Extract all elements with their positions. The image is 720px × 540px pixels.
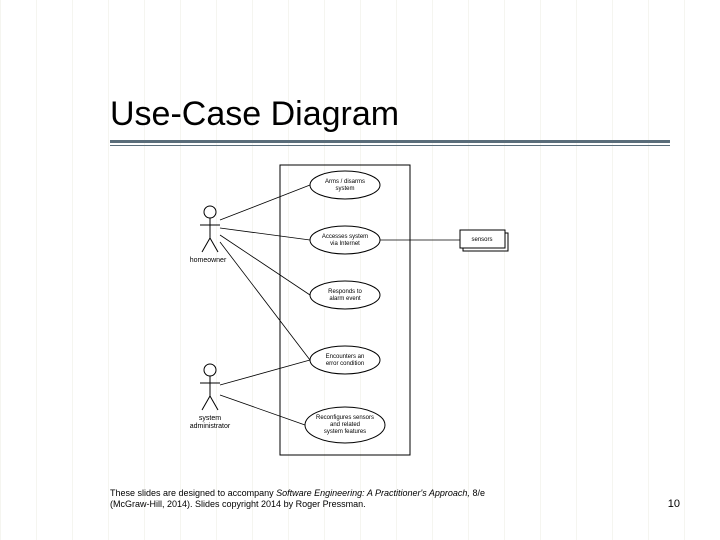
usecase-arms-disarms-label-1: Arms / disarms	[325, 179, 365, 185]
usecase-access-internet-label-2: via Internet	[330, 241, 360, 247]
actor-homeowner	[200, 206, 220, 252]
footer-part-b: Software Engineering: A Practitioner's A…	[276, 488, 470, 498]
assoc-homeowner-uc4	[220, 242, 310, 360]
title-area: Use-Case Diagram	[110, 95, 670, 146]
assoc-sysadmin-uc5	[220, 395, 305, 425]
usecase-access-internet-label-1: Accesses system	[322, 234, 368, 240]
usecase-access-internet	[310, 226, 380, 254]
usecase-responds-alarm-label-2: alarm event	[329, 296, 361, 302]
usecase-responds-alarm	[310, 281, 380, 309]
title-underline-thin	[110, 145, 670, 146]
sensors-label: sensors	[471, 237, 492, 243]
usecase-reconfigure-label-3: system features	[324, 429, 366, 435]
page-title: Use-Case Diagram	[110, 95, 670, 138]
usecase-reconfigure-label-1: Reconfigures sensors	[316, 415, 374, 421]
usecase-error-condition	[310, 346, 380, 374]
footer-part-c: 8/e	[470, 488, 485, 498]
page-number: 10	[668, 498, 680, 510]
usecase-responds-alarm-label-1: Responds to	[328, 289, 362, 295]
assoc-homeowner-uc2	[220, 228, 310, 240]
usecase-error-condition-label-1: Encounters an	[326, 354, 365, 360]
usecase-error-condition-label-2: error condition	[326, 361, 364, 367]
actor-sysadmin-label-2: administrator	[190, 423, 231, 430]
usecase-arms-disarms	[310, 171, 380, 199]
assoc-sysadmin-uc4	[220, 360, 310, 385]
actor-sysadmin-label-1: system	[199, 415, 221, 422]
usecase-arms-disarms-label-2: system	[335, 186, 354, 192]
footer-text: These slides are designed to accompany S…	[110, 488, 540, 511]
actor-sysadmin	[200, 364, 220, 410]
assoc-homeowner-uc1	[220, 185, 310, 220]
footer-part-a: These slides are designed to accompany	[110, 488, 276, 498]
usecase-reconfigure-label-2: and related	[330, 422, 360, 428]
actor-homeowner-label: homeowner	[190, 257, 227, 264]
title-underline-thick	[110, 140, 670, 143]
assoc-homeowner-uc3	[220, 235, 310, 295]
footer-line2: (McGraw-Hill, 2014). Slides copyright 20…	[110, 499, 366, 509]
usecase-diagram: Arms / disarms system Accesses system vi…	[180, 160, 580, 460]
